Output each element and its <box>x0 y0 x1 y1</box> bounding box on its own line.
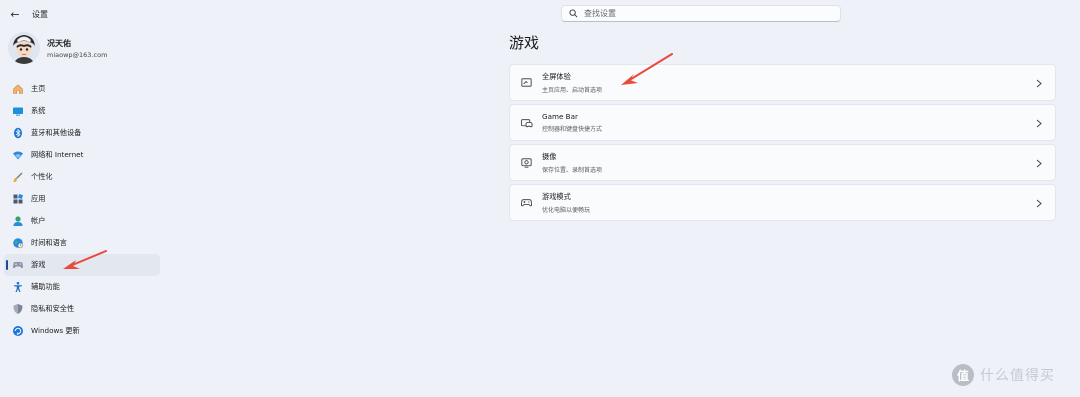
game-mode-icon <box>519 196 533 210</box>
back-button[interactable]: ← <box>4 3 26 25</box>
card-title: 游戏模式 <box>542 191 571 201</box>
app-title: 设置 <box>32 9 48 19</box>
watermark: 值 什么值得买 <box>952 364 1055 386</box>
sidebar-item-label: 时间和语言 <box>31 238 67 247</box>
card-title: 全屏体验 <box>542 71 571 81</box>
sidebar-item-label: 帐户 <box>31 216 46 225</box>
accessibility-icon <box>12 281 24 293</box>
privacy-shield-icon <box>12 303 24 315</box>
watermark-text: 什么值得买 <box>980 368 1055 384</box>
chevron-right-icon <box>1035 77 1043 89</box>
sidebar-item-personalization[interactable]: 个性化 <box>4 166 160 188</box>
fullscreen-experience-icon <box>519 76 533 90</box>
sidebar-item-windows-update[interactable]: Windows 更新 <box>4 320 160 342</box>
sidebar-nav: 主页 系统 蓝牙和其他设备 网络和 Internet 个性化 应用 帐户 时间和… <box>4 78 160 342</box>
account-icon <box>12 215 24 227</box>
sidebar-item-accessibility[interactable]: 辅助功能 <box>4 276 160 298</box>
annotation-arrow-card <box>621 53 673 85</box>
settings-card-list: 全屏体验 主页应用、启动首选项 Game Bar 控制器和键盘快捷方式 摄像 保… <box>509 64 1056 224</box>
sidebar-item-label: 蓝牙和其他设备 <box>31 128 82 137</box>
user-email: miaowp@163.com <box>47 50 108 59</box>
network-icon <box>12 149 24 161</box>
system-icon <box>12 105 24 117</box>
card-fullscreen-experience[interactable]: 全屏体验 主页应用、启动首选项 <box>509 64 1056 101</box>
card-description: 主页应用、启动首选项 <box>542 86 603 94</box>
card-title: 摄像 <box>542 151 557 161</box>
search-input[interactable] <box>584 9 824 18</box>
sidebar-item-privacy[interactable]: 隐私和安全性 <box>4 298 160 320</box>
apps-icon <box>12 193 24 205</box>
windows-update-icon <box>12 325 24 337</box>
chevron-right-icon <box>1035 197 1043 209</box>
card-description: 保存位置、录制首选项 <box>542 166 603 174</box>
card-title: Game Bar <box>542 112 578 121</box>
chevron-right-icon <box>1035 117 1043 129</box>
active-indicator <box>6 260 8 270</box>
search-icon <box>569 9 578 18</box>
sidebar-item-home[interactable]: 主页 <box>4 78 160 100</box>
user-name: 况天佑 <box>47 38 71 48</box>
card-description: 控制器和键盘快捷方式 <box>542 126 603 133</box>
avatar <box>8 32 40 64</box>
annotation-arrow-nav <box>63 250 107 269</box>
sidebar-item-bluetooth[interactable]: 蓝牙和其他设备 <box>4 122 160 144</box>
sidebar-item-label: 游戏 <box>31 260 46 269</box>
title-bar: ← 设置 <box>0 0 200 28</box>
sidebar-item-label: Windows 更新 <box>31 326 80 335</box>
card-game-mode[interactable]: 游戏模式 优化电脑以便畅玩 <box>509 184 1056 221</box>
game-bar-icon <box>519 116 533 130</box>
captures-icon <box>519 156 533 170</box>
sidebar-item-accounts[interactable]: 帐户 <box>4 210 160 232</box>
card-description: 优化电脑以便畅玩 <box>542 206 591 214</box>
card-game-bar[interactable]: Game Bar 控制器和键盘快捷方式 <box>509 104 1056 141</box>
home-icon <box>12 83 24 95</box>
card-captures[interactable]: 摄像 保存位置、录制首选项 <box>509 144 1056 181</box>
sidebar-item-label: 辅助功能 <box>31 282 60 291</box>
time-language-icon <box>12 237 24 249</box>
gaming-icon <box>12 259 24 271</box>
sidebar-item-system[interactable]: 系统 <box>4 100 160 122</box>
sidebar-item-apps[interactable]: 应用 <box>4 188 160 210</box>
personalization-icon <box>12 171 24 183</box>
search-box[interactable] <box>561 5 841 22</box>
sidebar-item-label: 个性化 <box>31 172 53 181</box>
page-title: 游戏 <box>509 34 540 52</box>
sidebar-item-label: 应用 <box>31 194 46 203</box>
back-arrow-icon: ← <box>10 7 20 21</box>
sidebar-item-network[interactable]: 网络和 Internet <box>4 144 160 166</box>
user-profile[interactable]: 况天佑 miaowp@163.com <box>8 32 107 64</box>
chevron-right-icon <box>1035 157 1043 169</box>
sidebar-item-label: 隐私和安全性 <box>31 304 75 313</box>
sidebar-item-label: 网络和 Internet <box>31 150 84 159</box>
bluetooth-icon <box>12 127 24 139</box>
watermark-logo: 值 <box>952 364 974 386</box>
sidebar-item-label: 主页 <box>31 84 46 93</box>
sidebar-item-label: 系统 <box>31 106 46 115</box>
